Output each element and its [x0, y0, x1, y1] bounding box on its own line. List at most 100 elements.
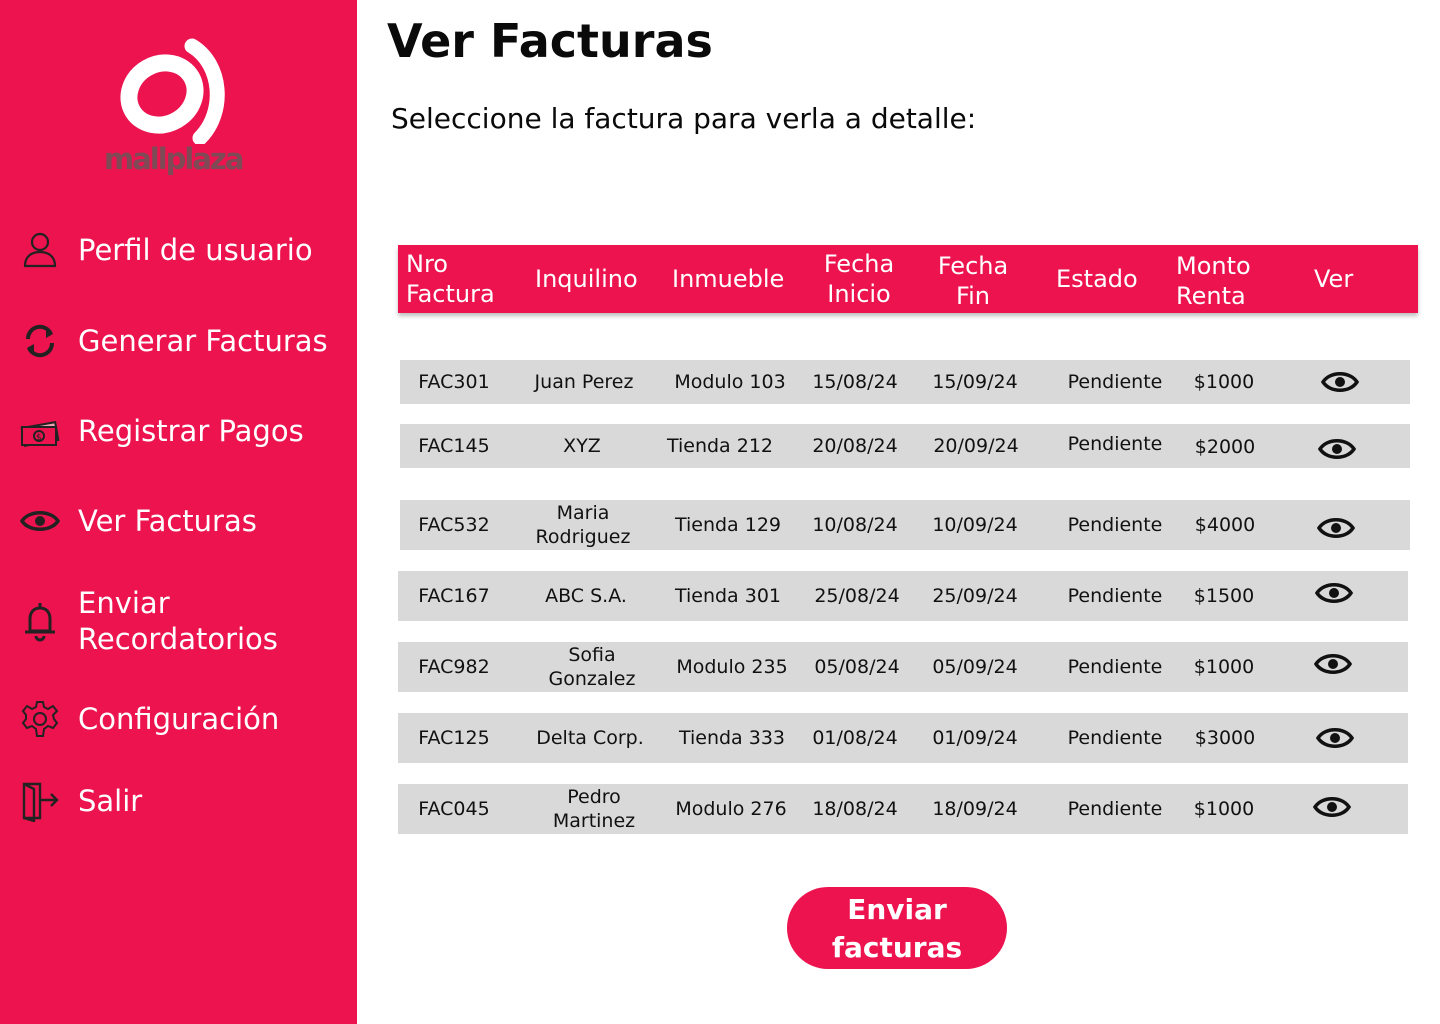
- cell-fecha-inicio: 10/08/24: [812, 514, 898, 536]
- header-inmueble: Inmueble: [672, 265, 785, 293]
- cell-fecha-fin: 10/09/24: [932, 514, 1018, 536]
- view-invoice-eye-icon[interactable]: [1312, 793, 1352, 821]
- cell-fecha-fin: 25/09/24: [932, 585, 1018, 607]
- cell-inquilino: Pedro Martinez: [552, 786, 636, 832]
- user-icon: [18, 228, 62, 272]
- cell-inquilino: Delta Corp.: [536, 727, 644, 749]
- cell-inmueble: Tienda 212: [666, 435, 774, 457]
- table-row[interactable]: FAC125 Delta Corp. Tienda 333 01/08/24 0…: [398, 713, 1408, 763]
- cell-monto: $2000: [1194, 436, 1256, 458]
- cell-nro: FAC301: [418, 371, 490, 393]
- invoice-table-header: Nro Factura Inquilino Inmueble Fecha Ini…: [398, 245, 1418, 313]
- cell-monto: $3000: [1194, 727, 1256, 749]
- cell-nro: FAC982: [418, 656, 490, 678]
- svg-text:$: $: [36, 433, 42, 443]
- cell-nro: FAC145: [418, 435, 490, 457]
- header-monto-renta: Monto Renta: [1176, 252, 1251, 310]
- cell-fecha-inicio: 20/08/24: [812, 435, 898, 457]
- table-row[interactable]: FAC301 Juan Perez Modulo 103 15/08/24 15…: [400, 360, 1410, 404]
- logo-text: mallplaza: [104, 142, 244, 176]
- view-invoice-eye-icon[interactable]: [1313, 650, 1353, 678]
- sidebar-item-configuracion[interactable]: Configuración: [18, 697, 279, 741]
- cell-estado: Pendiente: [1067, 727, 1163, 749]
- sidebar-item-label: Ver Facturas: [78, 504, 257, 538]
- cell-inmueble: Modulo 235: [676, 656, 788, 678]
- sidebar-item-ver-facturas[interactable]: Ver Facturas: [18, 499, 257, 543]
- table-row[interactable]: FAC982 Sofia Gonzalez Modulo 235 05/08/2…: [398, 642, 1408, 692]
- cell-fecha-fin: 18/09/24: [932, 798, 1018, 820]
- sidebar-item-enviar-recordatorios[interactable]: Enviar Recordatorios: [18, 585, 328, 657]
- table-row[interactable]: FAC167 ABC S.A. Tienda 301 25/08/24 25/0…: [398, 571, 1408, 621]
- cell-inmueble: Tienda 129: [674, 514, 782, 536]
- sidebar-item-label: Enviar Recordatorios: [78, 586, 278, 656]
- view-invoice-eye-icon[interactable]: [1317, 435, 1357, 463]
- cell-inquilino: ABC S.A.: [545, 585, 627, 607]
- cell-estado: Pendiente: [1067, 433, 1163, 455]
- cell-monto: $1000: [1193, 798, 1255, 820]
- mallplaza-logo[interactable]: mallplaza: [104, 34, 244, 184]
- sidebar-item-label: Salir: [78, 784, 143, 818]
- cell-estado: Pendiente: [1067, 656, 1163, 678]
- sidebar-item-perfil[interactable]: Perfil de usuario: [18, 228, 313, 272]
- view-invoice-eye-icon[interactable]: [1320, 368, 1360, 396]
- cell-inmueble: Modulo 276: [675, 798, 787, 820]
- cell-fecha-inicio: 05/08/24: [814, 656, 900, 678]
- cell-inmueble: Modulo 103: [674, 371, 786, 393]
- cell-estado: Pendiente: [1067, 585, 1163, 607]
- table-row[interactable]: FAC145 XYZ Tienda 212 20/08/24 20/09/24 …: [400, 424, 1410, 468]
- header-fecha-inicio: Fecha Inicio: [823, 250, 895, 308]
- cell-fecha-fin: 20/09/24: [933, 435, 1019, 457]
- cell-monto: $1500: [1193, 585, 1255, 607]
- send-invoices-button[interactable]: Enviar facturas: [787, 887, 1007, 969]
- cell-estado: Pendiente: [1067, 514, 1163, 536]
- cell-inquilino: Maria Rodriguez: [535, 502, 631, 548]
- logo-mark-icon: [120, 38, 225, 146]
- view-invoice-eye-icon[interactable]: [1316, 514, 1356, 542]
- sidebar-item-label: Registrar Pagos: [78, 414, 304, 448]
- cell-fecha-fin: 15/09/24: [932, 371, 1018, 393]
- eye-icon: [18, 499, 62, 543]
- gear-icon: [18, 697, 62, 741]
- cell-inmueble: Tienda 301: [674, 585, 782, 607]
- page-title: Ver Facturas: [387, 14, 713, 68]
- cell-fecha-fin: 05/09/24: [932, 656, 1018, 678]
- cell-monto: $1000: [1193, 371, 1255, 393]
- cell-monto: $1000: [1193, 656, 1255, 678]
- cell-fecha-inicio: 18/08/24: [812, 798, 898, 820]
- table-row[interactable]: FAC045 Pedro Martinez Modulo 276 18/08/2…: [398, 784, 1408, 834]
- sidebar-item-salir[interactable]: Salir: [18, 779, 142, 823]
- sidebar-item-label: Configuración: [78, 702, 280, 736]
- cell-fecha-fin: 01/09/24: [932, 727, 1018, 749]
- table-row[interactable]: FAC532 Maria Rodriguez Tienda 129 10/08/…: [400, 500, 1410, 550]
- cell-nro: FAC167: [418, 585, 490, 607]
- sidebar: mallplaza Perfil de usuario Generar Fact…: [0, 0, 357, 1024]
- cell-inquilino: XYZ: [563, 435, 601, 457]
- sidebar-item-label: Generar Facturas: [78, 324, 328, 358]
- cell-estado: Pendiente: [1067, 798, 1163, 820]
- money-icon: $: [18, 409, 62, 453]
- cell-fecha-inicio: 01/08/24: [812, 727, 898, 749]
- cell-nro: FAC532: [418, 514, 490, 536]
- cell-nro: FAC125: [418, 727, 490, 749]
- view-invoice-eye-icon[interactable]: [1315, 724, 1355, 752]
- cell-inquilino: Juan Perez: [534, 371, 634, 393]
- sidebar-item-registrar-pagos[interactable]: $ Registrar Pagos: [18, 409, 304, 453]
- cell-nro: FAC045: [418, 798, 490, 820]
- sidebar-item-label: Perfil de usuario: [78, 233, 313, 267]
- bell-icon: [18, 599, 62, 643]
- cell-monto: $4000: [1194, 514, 1256, 536]
- header-estado: Estado: [1056, 265, 1138, 293]
- header-inquilino: Inquilino: [535, 265, 638, 293]
- header-ver: Ver: [1314, 265, 1354, 293]
- cell-estado: Pendiente: [1067, 371, 1163, 393]
- logout-icon: [18, 779, 62, 823]
- cell-inmueble: Tienda 333: [678, 727, 786, 749]
- header-nro-factura: Nro Factura: [406, 250, 495, 308]
- header-fecha-fin: Fecha Fin: [937, 252, 1009, 310]
- view-invoice-eye-icon[interactable]: [1314, 579, 1354, 607]
- cell-fecha-inicio: 15/08/24: [812, 371, 898, 393]
- cell-fecha-inicio: 25/08/24: [814, 585, 900, 607]
- cell-inquilino: Sofia Gonzalez: [548, 644, 636, 690]
- page-subtitle: Seleccione la factura para verla a detal…: [391, 102, 977, 135]
- sidebar-item-generar-facturas[interactable]: Generar Facturas: [18, 319, 328, 363]
